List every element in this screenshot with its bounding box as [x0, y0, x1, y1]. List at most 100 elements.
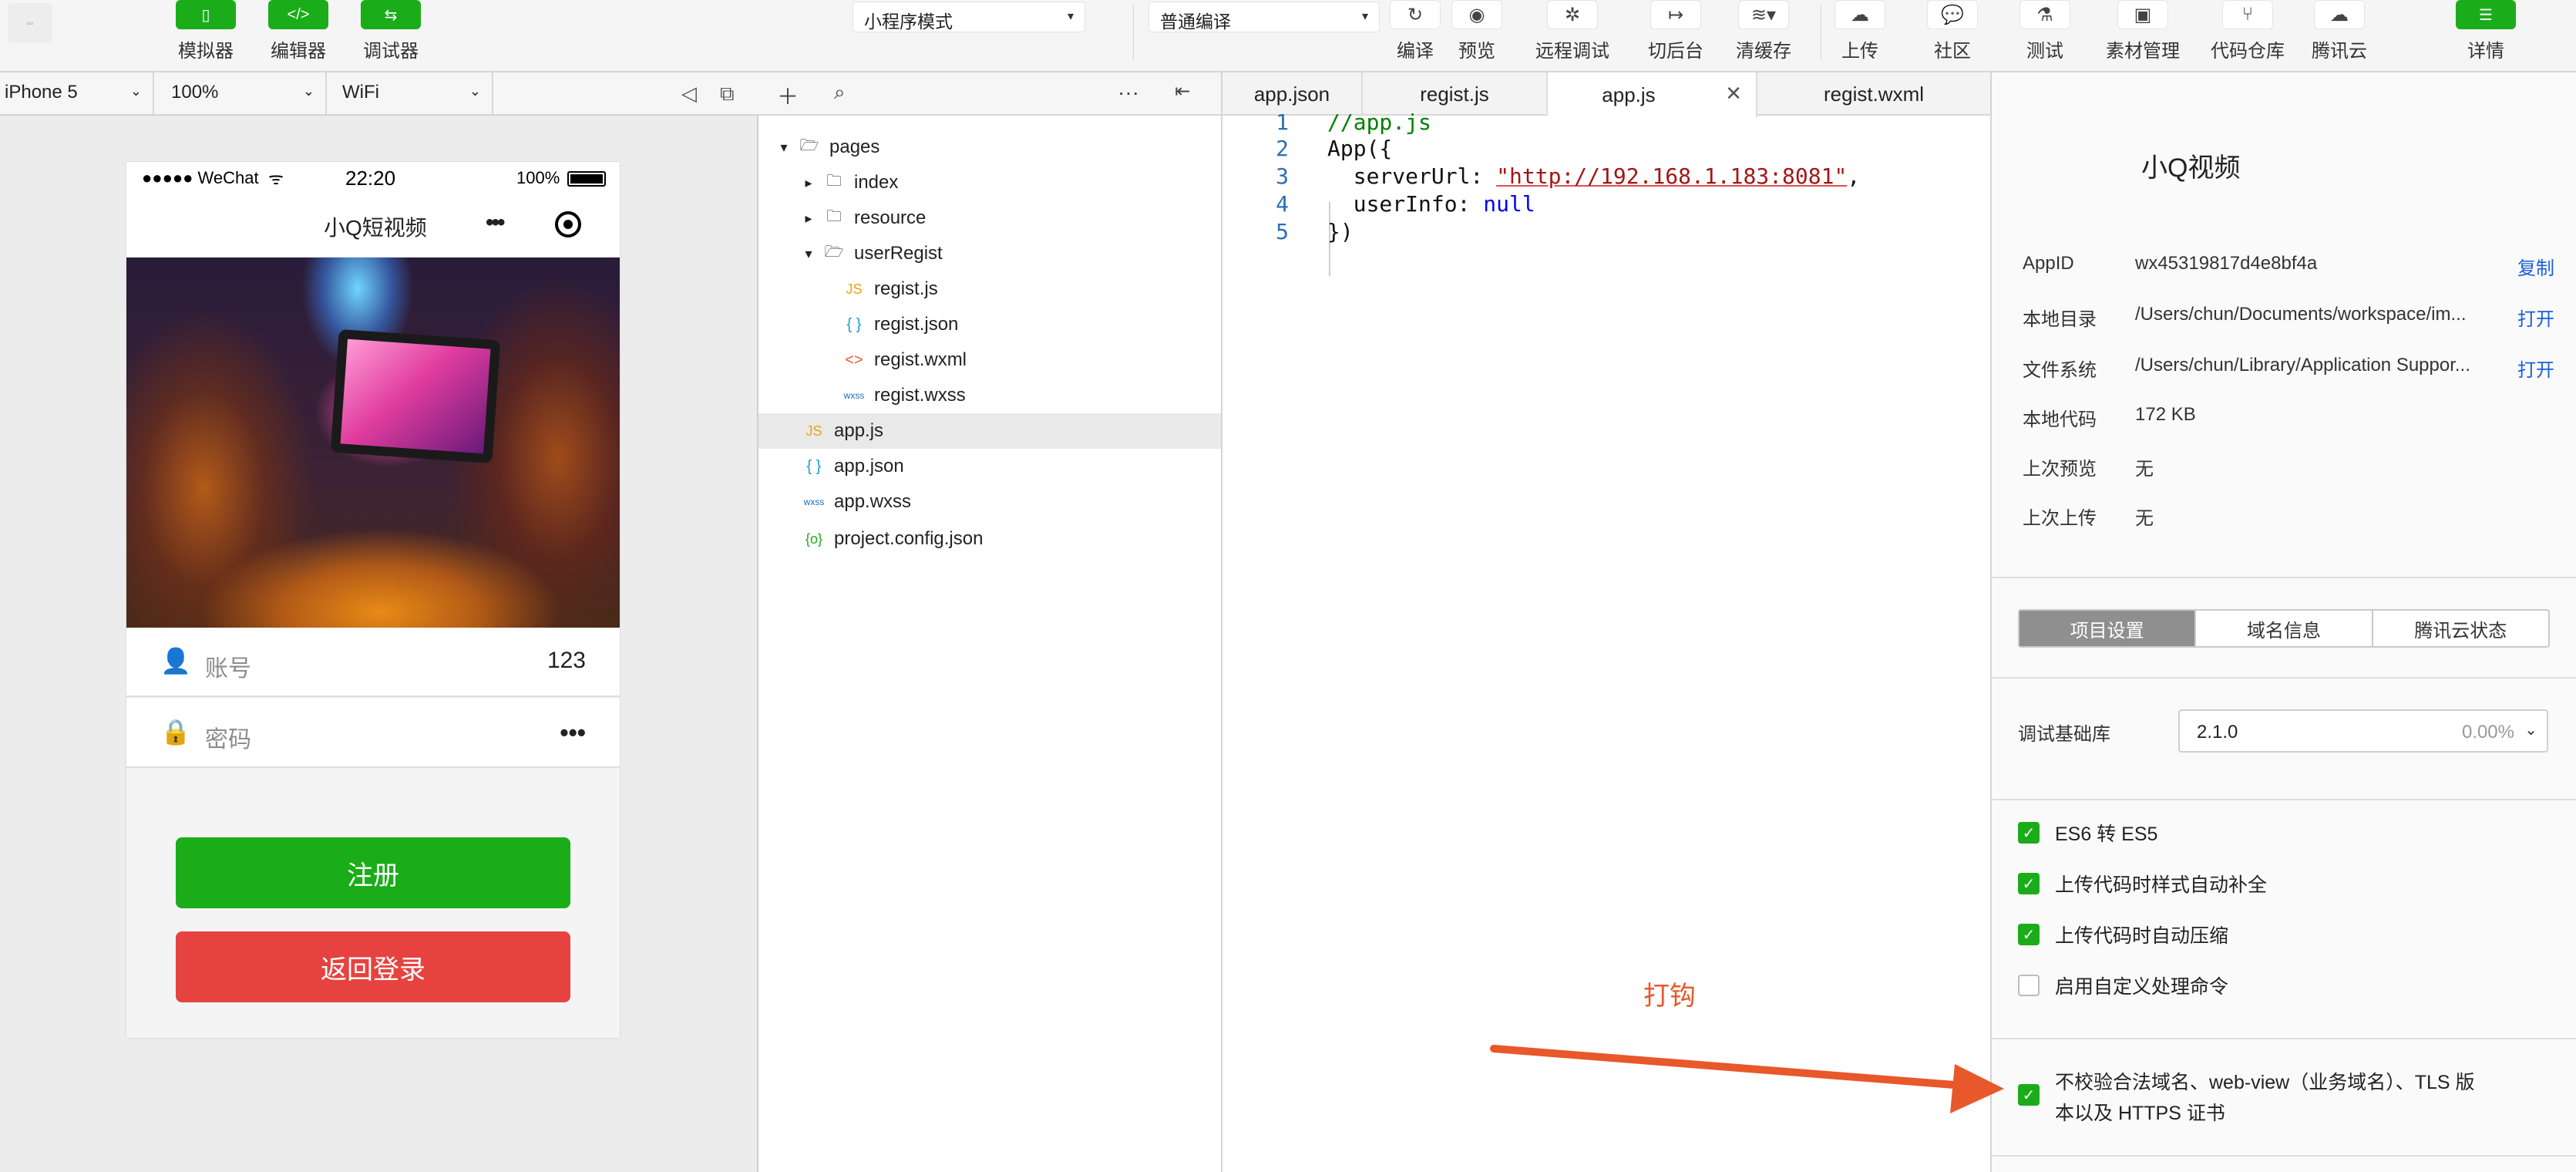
assets-button[interactable]: ▣ 素材管理 — [2106, 0, 2180, 66]
collapse-panel-icon[interactable]: ⇤ — [1175, 80, 1190, 103]
bug-icon: ✲ — [1547, 0, 1598, 29]
tree-folder-index[interactable]: ▸ 🗀 index — [758, 165, 1221, 200]
network-select[interactable]: WiFi ⌄ — [327, 72, 493, 114]
close-tab-icon[interactable]: ✕ — [1725, 82, 1742, 106]
compile-button[interactable]: ↻ 编译 — [1390, 0, 1441, 66]
editor-toggle[interactable]: </> 编辑器 — [268, 0, 328, 66]
code-string: "http://192.168.1.183:8081" — [1496, 163, 1848, 189]
caret-down-icon: ▾ — [1361, 10, 1368, 23]
divider — [1992, 1155, 2576, 1157]
password-input[interactable]: ••• — [560, 719, 586, 747]
account-row[interactable]: 👤 账号 123 — [126, 628, 620, 697]
divider — [1992, 799, 2576, 800]
checkbox-unchecked-icon[interactable] — [2018, 975, 2040, 996]
add-file-icon[interactable]: ＋ — [777, 80, 799, 111]
test-button[interactable]: ⚗ 测试 — [2019, 0, 2070, 66]
open-link[interactable]: 打开 — [2517, 304, 2554, 331]
tree-file-regist-js[interactable]: JS regist.js — [758, 271, 1221, 307]
checkbox-checked-icon[interactable]: ✓ — [2018, 873, 2040, 894]
account-input[interactable]: 123 — [547, 648, 586, 674]
tree-file-regist-json[interactable]: { } regist.json — [758, 307, 1221, 342]
register-button[interactable]: 注册 — [176, 837, 570, 908]
checkbox-checked-icon[interactable]: ✓ — [2018, 924, 2040, 945]
copy-link[interactable]: 复制 — [2517, 253, 2554, 280]
chat-icon: 💬 — [1927, 0, 1978, 29]
code-icon: </> — [268, 0, 328, 29]
debugger-toggle[interactable]: ⇆ 调试器 — [361, 0, 421, 66]
repo-button[interactable]: ⑂ 代码仓库 — [2211, 0, 2285, 66]
back-to-login-button[interactable]: 返回登录 — [176, 931, 570, 1002]
tab-project-settings[interactable]: 项目设置 — [2019, 611, 2197, 646]
tree-item-label: userRegist — [854, 243, 943, 264]
compile-select[interactable]: 普通编译 ▾ — [1148, 2, 1380, 32]
option-label: 启用自定义处理命令 — [2055, 976, 2229, 998]
code-token: serverUrl: — [1327, 163, 1497, 189]
debug-lib-usage: 0.00% — [2461, 722, 2514, 743]
tree-file-regist-wxml[interactable]: <> regist.wxml — [758, 342, 1221, 378]
capsule-menu[interactable]: ••• — [483, 207, 583, 247]
tencent-cloud-button[interactable]: ☁ 腾讯云 — [2312, 0, 2367, 66]
debug-lib-version: 2.1.0 — [2197, 722, 2238, 743]
code-editor-panel: app.json regist.js app.js ✕ regist.wxml … — [1222, 72, 1990, 1172]
option-skip-domain-check[interactable]: ✓ 不校验合法域名、web-view（业务域名）、TLS 版 本以及 HTTPS… — [2018, 1067, 2475, 1129]
volume-icon[interactable]: ◁ — [681, 82, 697, 106]
zoom-select[interactable]: 100% ⌄ — [154, 72, 327, 114]
tree-file-app-js[interactable]: JS app.js — [758, 413, 1221, 449]
tree-folder-userregist[interactable]: ▾ 🗁 userRegist — [758, 236, 1221, 271]
collapsed-arrow-icon: ▸ — [805, 174, 812, 190]
cloud-icon: ☁ — [2314, 0, 2365, 29]
option-custom-command[interactable]: 启用自定义处理命令 — [2018, 972, 2228, 999]
expanded-arrow-icon: ▾ — [805, 245, 812, 261]
lock-icon: 🔒 — [160, 718, 191, 746]
tree-item-label: project.config.json — [834, 528, 984, 549]
device-select[interactable]: iPhone 5 ⌄ — [0, 72, 154, 114]
detach-window-icon[interactable]: ⧉ — [720, 82, 735, 106]
tree-item-label: app.json — [834, 456, 904, 477]
tree-file-app-json[interactable]: { } app.json — [758, 449, 1221, 484]
background-button[interactable]: ↦ 切后台 — [1648, 0, 1703, 66]
mode-select[interactable]: 小程序模式 ▾ — [853, 2, 1085, 32]
password-row[interactable]: 🔒 密码 ••• — [126, 699, 620, 768]
option-es6-to-es5[interactable]: ✓ ES6 转 ES5 — [2018, 819, 2157, 847]
clear-cache-button[interactable]: ≋▾ 清缓存 — [1736, 0, 1791, 66]
caret-down-icon: ▾ — [1067, 10, 1074, 23]
simulator-toggle[interactable]: ▯ 模拟器 — [176, 0, 236, 66]
details-toggle[interactable]: ☰ 详情 — [2456, 0, 2516, 66]
tab-tencent-cloud-status[interactable]: 腾讯云状态 — [2373, 611, 2548, 646]
open-link[interactable]: 打开 — [2517, 355, 2554, 382]
tree-item-label: regist.wxml — [874, 349, 967, 370]
tree-file-project-config[interactable]: {o} project.config.json — [758, 521, 1221, 557]
tree-folder-pages[interactable]: ▾ 🗁 pages — [758, 130, 1221, 165]
debug-lib-select[interactable]: 2.1.0 0.00% ⌄ — [2178, 709, 2548, 753]
more-icon[interactable]: ··· — [1118, 80, 1139, 105]
expanded-arrow-icon: ▾ — [780, 139, 788, 155]
project-logo: ▫▫ — [8, 3, 52, 43]
option-style-autocomplete[interactable]: ✓ 上传代码时样式自动补全 — [2018, 870, 2267, 898]
upload-button[interactable]: ☁ 上传 — [1834, 0, 1885, 66]
tree-item-label: app.wxss — [834, 491, 912, 512]
more-dots-icon[interactable]: ••• — [486, 210, 505, 236]
top-toolbar: ▫▫ ▯ 模拟器 </> 编辑器 ⇆ 调试器 小程序模式 ▾ 普通编译 ▾ ↻ … — [0, 0, 2576, 72]
checkbox-checked-icon[interactable]: ✓ — [2018, 822, 2040, 844]
tab-regist-wxml[interactable]: regist.wxml — [1757, 72, 1990, 116]
collapsed-arrow-icon: ▸ — [805, 210, 812, 226]
option-auto-minify[interactable]: ✓ 上传代码时自动压缩 — [2018, 921, 2228, 948]
close-mini-program-icon[interactable] — [555, 211, 581, 237]
test-label: 测试 — [2026, 41, 2063, 62]
tab-domain-info[interactable]: 域名信息 — [2196, 611, 2373, 646]
checkbox-checked-icon[interactable]: ✓ — [2018, 1084, 2040, 1106]
tree-folder-resource[interactable]: ▸ 🗀 resource — [758, 200, 1221, 236]
remote-debug-button[interactable]: ✲ 远程调试 — [1535, 0, 1609, 66]
code-line: }) — [1327, 219, 1354, 244]
tab-app-js[interactable]: app.js ✕ — [1548, 72, 1757, 117]
line-number: 5 — [1276, 219, 1289, 244]
detail-row-last-upload: 上次上传 无 — [2023, 500, 2554, 530]
tree-file-app-wxss[interactable]: wxss app.wxss — [758, 484, 1221, 520]
preview-button[interactable]: ◉ 预览 — [1451, 0, 1502, 66]
simulator-toolbar: iPhone 5 ⌄ 100% ⌄ WiFi ⌄ ◁ ⧉ — [0, 72, 758, 116]
config-file-icon: {o} — [805, 530, 823, 547]
detail-row-file-system: 文件系统 /Users/chun/Library/Application Sup… — [2023, 352, 2554, 382]
community-button[interactable]: 💬 社区 — [1927, 0, 1978, 66]
search-icon[interactable]: ⌕ — [834, 80, 846, 105]
tree-file-regist-wxss[interactable]: wxss regist.wxss — [758, 378, 1221, 413]
